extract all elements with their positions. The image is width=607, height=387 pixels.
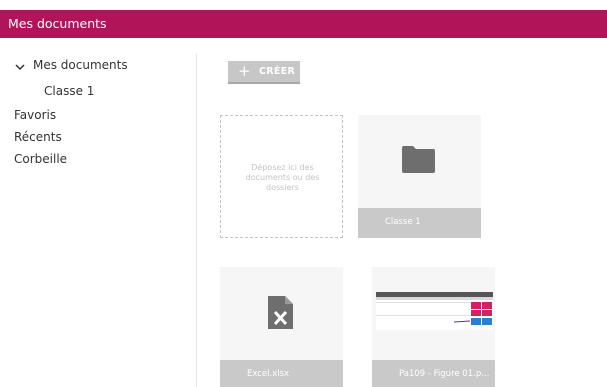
- sidebar-item-mes-documents[interactable]: Mes documents: [33, 58, 128, 72]
- tile-name: Classe 1: [385, 217, 421, 227]
- sidebar-item-classe-1[interactable]: Classe 1: [44, 84, 94, 98]
- page-title: Mes documents: [8, 16, 107, 31]
- file-tile-excel[interactable]: Excel.xlsx: [220, 267, 343, 387]
- sidebar-item-favoris[interactable]: Favoris: [14, 108, 56, 122]
- tile-caption: Classe 1: [358, 208, 481, 238]
- top-strip: [0, 0, 607, 10]
- folder-icon: [402, 146, 435, 173]
- tile-name: Excel.xlsx: [247, 369, 290, 379]
- tile-caption: Excel.xlsx: [220, 360, 343, 387]
- chevron-down-icon[interactable]: [14, 62, 26, 72]
- drop-zone-text: Déposez ici des documents ou des dossier…: [245, 163, 320, 192]
- image-thumbnail: [376, 292, 493, 330]
- plus-icon: +: [238, 62, 251, 80]
- file-tile-image[interactable]: Pa109 - Figure 01.p...: [372, 267, 495, 387]
- tile-caption: Pa109 - Figure 01.p...: [372, 360, 495, 387]
- sidebar-item-corbeille[interactable]: Corbeille: [14, 152, 67, 166]
- excel-file-icon: [268, 296, 293, 329]
- sidebar-divider: [196, 54, 197, 387]
- tile-name: Pa109 - Figure 01.p...: [399, 369, 490, 379]
- drop-zone[interactable]: Déposez ici des documents ou des dossier…: [220, 115, 343, 238]
- app-header: Mes documents: [0, 10, 607, 38]
- sidebar-item-recents[interactable]: Récents: [14, 130, 62, 144]
- create-button[interactable]: + CRÉER: [228, 61, 300, 84]
- folder-tile-classe-1[interactable]: Classe 1: [358, 115, 481, 238]
- create-button-label: CRÉER: [259, 66, 296, 77]
- sidebar: [0, 38, 197, 387]
